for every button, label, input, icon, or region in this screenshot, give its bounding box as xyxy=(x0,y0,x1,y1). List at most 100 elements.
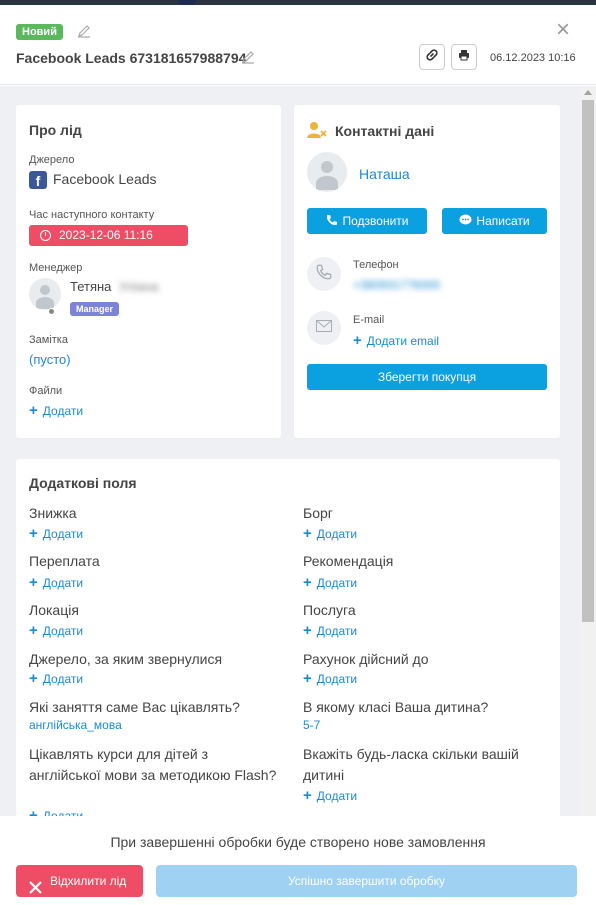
close-icon[interactable]: × xyxy=(552,18,574,42)
extra-field-value-text: Додати xyxy=(316,672,358,686)
extra-field-value[interactable]: 5-7 xyxy=(303,718,320,732)
contact-name-link[interactable]: Наташа xyxy=(359,166,410,182)
phone-label: Телефон xyxy=(353,259,399,271)
clock-icon xyxy=(40,230,51,241)
manager-label: Менеджер xyxy=(29,262,83,274)
print-button[interactable] xyxy=(451,44,477,70)
plus-icon: + xyxy=(303,787,312,804)
scroll-up-arrow-icon[interactable] xyxy=(584,90,592,95)
extra-field-value-text: Додати xyxy=(316,789,358,803)
printer-icon xyxy=(458,48,470,66)
extra-field-value-text: Додати xyxy=(42,576,84,590)
lead-content[interactable]: Про лід Джерело f Facebook Leads Час нас… xyxy=(0,86,580,816)
envelope-icon xyxy=(316,319,332,337)
extra-field-add-button[interactable]: + Додати xyxy=(29,574,83,591)
phone-icon xyxy=(326,209,338,235)
plus-icon: + xyxy=(303,574,312,591)
extra-field-add-button[interactable]: + Додати xyxy=(303,787,357,804)
extra-field-label: Цікавлять курси для дітей з англійської … xyxy=(29,746,277,783)
phone-outline-icon xyxy=(316,264,332,285)
plus-icon: + xyxy=(29,670,38,687)
source-label: Джерело xyxy=(29,154,75,166)
extra-field-add-button[interactable]: + Додати xyxy=(29,622,83,639)
extra-field-add-button[interactable]: + Додати xyxy=(303,574,357,591)
email-circle xyxy=(307,311,341,345)
plus-icon: + xyxy=(303,670,312,687)
copy-link-button[interactable] xyxy=(419,44,445,70)
manager-role-badge: Manager xyxy=(70,302,120,316)
scrollbar-thumb[interactable] xyxy=(582,100,594,622)
add-email-button[interactable]: + Додати email xyxy=(353,332,439,349)
extra-field-label: Знижка xyxy=(29,505,77,521)
source-value: Facebook Leads xyxy=(53,171,157,187)
status-badge[interactable]: Новий xyxy=(16,24,63,40)
extra-field-add-button[interactable]: + Додати xyxy=(303,525,357,542)
edit-status-pencil-icon[interactable] xyxy=(77,24,91,38)
next-contact-label: Час наступного контакту xyxy=(29,209,155,221)
manager-surname-blurred: Уліана xyxy=(119,279,159,294)
lead-footer: При завершенні обробки буде створено нов… xyxy=(0,816,596,905)
extra-field-add-button[interactable]: + Додати xyxy=(29,525,83,542)
note-label: Замітка xyxy=(29,334,68,346)
add-email-label: Додати email xyxy=(366,334,440,348)
plus-icon: + xyxy=(29,622,38,639)
next-contact-value: 2023-12-06 11:16 xyxy=(59,228,153,242)
plus-icon: + xyxy=(29,525,38,542)
contact-avatar xyxy=(307,152,347,192)
manager-avatar xyxy=(29,278,61,310)
next-contact-date[interactable]: 2023-12-06 11:16 xyxy=(29,225,188,246)
close-icon xyxy=(29,874,42,905)
plus-icon: + xyxy=(303,525,312,542)
plus-icon: + xyxy=(29,402,38,419)
reject-lead-label: Відхилити лід xyxy=(50,874,127,888)
add-file-button[interactable]: + Додати xyxy=(29,402,83,419)
extra-field-value-text: англійська_мова xyxy=(29,718,122,732)
extra-field-label: Рекомендація xyxy=(303,553,394,569)
extra-field-value-text: Додати xyxy=(42,527,84,541)
extra-field-add-button[interactable]: + Додати xyxy=(303,670,357,687)
chat-bubble-icon xyxy=(459,209,472,235)
about-lead-title: Про лід xyxy=(29,122,82,138)
write-button[interactable]: Написати xyxy=(442,208,547,234)
edit-title-pencil-icon[interactable] xyxy=(241,50,255,64)
reject-lead-button[interactable]: Відхилити лід xyxy=(16,865,143,897)
extra-field-add-button[interactable]: + Додати xyxy=(303,622,357,639)
extra-field-value-text: Додати xyxy=(316,624,358,638)
plus-icon: + xyxy=(353,332,362,349)
facebook-icon: f xyxy=(29,171,47,189)
contacts-title: Контактні дані xyxy=(335,123,435,139)
extra-field-label: Послуга xyxy=(303,602,356,618)
extra-field-value[interactable]: англійська_мова xyxy=(29,718,122,732)
call-button-label: Подзвонити xyxy=(342,214,409,228)
email-label: E-mail xyxy=(353,314,385,326)
extra-field-value-text: Додати xyxy=(42,672,84,686)
completion-note: При завершенні обробки буде створено нов… xyxy=(110,834,486,850)
save-buyer-button[interactable]: Зберегти покупця xyxy=(307,364,547,390)
complete-processing-button[interactable]: Успішно завершити обробку xyxy=(156,865,577,897)
created-date: 06.12.2023 10:16 xyxy=(490,52,576,64)
extra-fields-title: Додаткові поля xyxy=(29,475,137,491)
vertical-scrollbar[interactable] xyxy=(580,86,596,816)
phone-circle xyxy=(307,257,341,291)
call-button[interactable]: Подзвонити xyxy=(307,208,427,234)
extra-field-label: Джерело, за яким звернулися xyxy=(29,651,223,667)
extra-field-label: В якому класі Ваша дитина? xyxy=(303,699,489,715)
extra-field-value-text: Додати xyxy=(316,576,358,590)
add-file-label: Додати xyxy=(42,404,84,418)
extra-field-add-button[interactable]: + Додати xyxy=(29,807,83,816)
manager-name: Тетяна xyxy=(70,279,112,294)
plus-icon: + xyxy=(29,807,38,816)
extra-field-add-button[interactable]: + Додати xyxy=(29,670,83,687)
lead-title: Facebook Leads 673181657988794 xyxy=(16,50,247,66)
plus-icon: + xyxy=(303,622,312,639)
user-remove-icon xyxy=(307,121,327,144)
manager-status-dot xyxy=(48,308,55,315)
extra-field-label: Вкажіть будь-ласка скільки вашій дитині xyxy=(303,746,519,783)
plus-icon: + xyxy=(29,574,38,591)
note-value[interactable]: (пусто) xyxy=(29,352,71,367)
extra-field-label: Борг xyxy=(303,505,333,521)
extra-field-label: Локація xyxy=(29,602,79,618)
write-button-label: Написати xyxy=(476,214,530,228)
extra-field-value-text: Додати xyxy=(316,527,358,541)
phone-value-blurred[interactable]: +380931776000 xyxy=(353,278,440,292)
